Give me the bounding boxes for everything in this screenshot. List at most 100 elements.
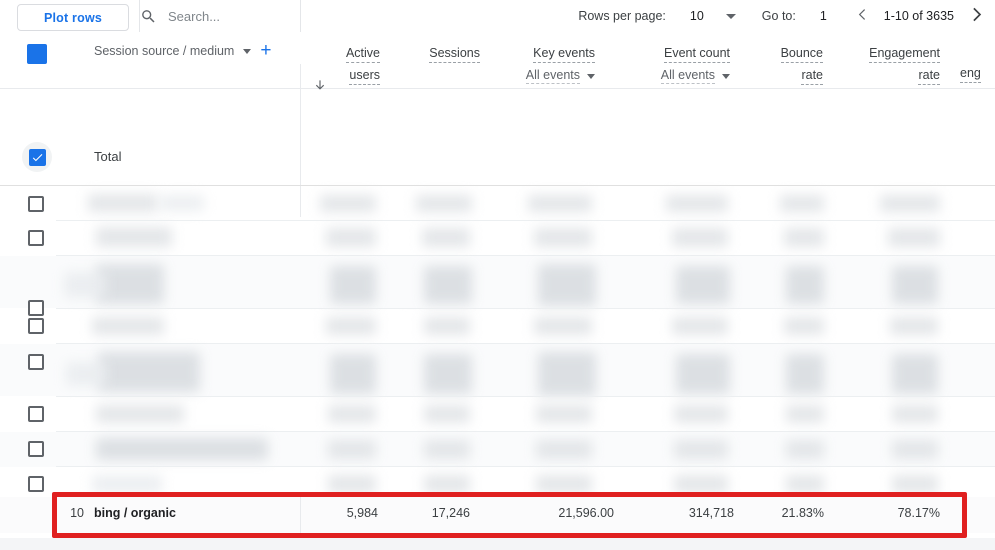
column-header-engagement-rate[interactable]: Engagement rate [828, 44, 940, 85]
column-header-truncated[interactable]: eng [960, 44, 995, 83]
redacted-value [890, 317, 938, 335]
redacted-value [424, 354, 472, 394]
search-box[interactable] [140, 0, 428, 32]
redacted-value [892, 266, 938, 304]
metric-line1: Active [345, 46, 380, 63]
redacted-value [780, 195, 824, 212]
redacted-value [424, 475, 470, 493]
redacted-value [538, 264, 596, 306]
redacted-value [534, 228, 592, 247]
total-row: Total [0, 130, 995, 298]
redacted-value [92, 475, 162, 493]
metric-sub-label[interactable]: All events [525, 68, 580, 84]
row-checkbox[interactable] [28, 354, 44, 370]
cell-key-events: 21,596.00 [558, 506, 614, 520]
toolbar-divider-right [300, 0, 301, 32]
checkbox-checked-icon [28, 148, 46, 166]
column-header-bounce-rate[interactable]: Bounce rate [745, 44, 823, 85]
search-input[interactable] [168, 8, 428, 24]
row-checkbox[interactable] [28, 318, 44, 334]
plus-icon[interactable]: + [260, 41, 271, 60]
redacted-value [674, 405, 728, 423]
page-range-label: 1-10 of 3635 [883, 9, 954, 23]
redacted-value [892, 440, 938, 459]
dimension-label[interactable]: Session source / medium [94, 44, 234, 58]
table-header-row: Session source / medium + Active users S… [0, 32, 995, 217]
metric-sub-label[interactable]: All events [660, 68, 715, 84]
next-page-button[interactable] [966, 4, 987, 28]
total-row-checkbox[interactable] [22, 142, 52, 172]
redacted-value [64, 272, 106, 298]
select-all-checkbox[interactable] [27, 44, 47, 64]
row-checkbox[interactable] [28, 441, 44, 457]
table-row[interactable] [0, 186, 995, 221]
redacted-value [786, 440, 824, 459]
goto-value[interactable]: 1 [820, 9, 827, 23]
row-checkbox[interactable] [28, 406, 44, 422]
table-row[interactable] [0, 256, 995, 316]
row-checkbox[interactable] [28, 196, 44, 212]
redacted-value [880, 195, 940, 212]
table-row[interactable] [0, 221, 995, 256]
bottom-strip [0, 538, 995, 550]
row-checkbox[interactable] [28, 230, 44, 246]
redacted-value [328, 405, 376, 423]
redacted-value [784, 228, 824, 247]
total-label: Total [94, 149, 122, 164]
redacted-value [536, 405, 592, 423]
rows-per-page-value[interactable]: 10 [690, 9, 704, 23]
redacted-value [786, 405, 824, 423]
redacted-value [892, 405, 938, 423]
table-row-highlighted[interactable]: 10 bing / organic 5,984 17,246 21,596.00… [0, 497, 995, 533]
metric-line2: eng [960, 66, 981, 83]
metric-line1: Key events [533, 46, 595, 63]
cell-bounce-rate: 21.83% [781, 506, 824, 520]
redacted-value [786, 354, 824, 394]
metric-line2: rate [918, 68, 940, 85]
dimension-header: Session source / medium + [94, 41, 271, 60]
plot-rows-button[interactable]: Plot rows [17, 4, 129, 31]
column-header-sessions[interactable]: Sessions [390, 44, 480, 63]
cell-engagement-rate: 78.17% [897, 506, 940, 520]
cell-active-users: 5,984 [346, 506, 378, 520]
column-header-event-count[interactable]: Event count All events [610, 44, 730, 84]
cell-event-count: 314,718 [688, 506, 734, 520]
row-checkbox[interactable] [28, 476, 44, 492]
prev-page-button[interactable] [854, 6, 871, 26]
metric-line1: Event count [663, 46, 730, 63]
redacted-value [786, 266, 824, 304]
redacted-value [326, 317, 376, 335]
redacted-value [536, 440, 592, 459]
metric-line1: Engagement [869, 46, 940, 63]
redacted-value [160, 195, 204, 211]
chevron-down-icon[interactable] [587, 73, 595, 79]
chevron-down-icon[interactable] [243, 48, 252, 54]
column-header-key-events[interactable]: Key events All events [480, 44, 595, 84]
redacted-value [330, 354, 376, 394]
metric-line1: Bounce [780, 46, 823, 63]
redacted-value [536, 475, 592, 493]
redacted-value [66, 362, 106, 386]
redacted-value [422, 228, 470, 247]
redacted-value [416, 195, 472, 212]
redacted-value [784, 317, 824, 335]
redacted-value [328, 440, 376, 459]
table-row[interactable] [0, 432, 995, 467]
search-icon [140, 8, 157, 25]
table-row[interactable] [0, 309, 995, 344]
redacted-value [538, 352, 596, 396]
chevron-down-icon[interactable] [722, 73, 730, 79]
redacted-value [888, 228, 940, 247]
table-row[interactable] [0, 397, 995, 432]
redacted-value [528, 195, 592, 212]
table-row[interactable] [0, 344, 995, 396]
metric-line1: Sessions [429, 46, 480, 63]
column-header-active-users[interactable]: Active users [305, 44, 380, 85]
redacted-value [892, 475, 938, 493]
redacted-value [672, 228, 728, 247]
rows-per-page-dropdown[interactable] [725, 13, 736, 19]
redacted-value [88, 194, 158, 212]
redacted-value [330, 266, 376, 304]
metric-line2: users [349, 68, 380, 85]
redacted-value [424, 405, 470, 423]
